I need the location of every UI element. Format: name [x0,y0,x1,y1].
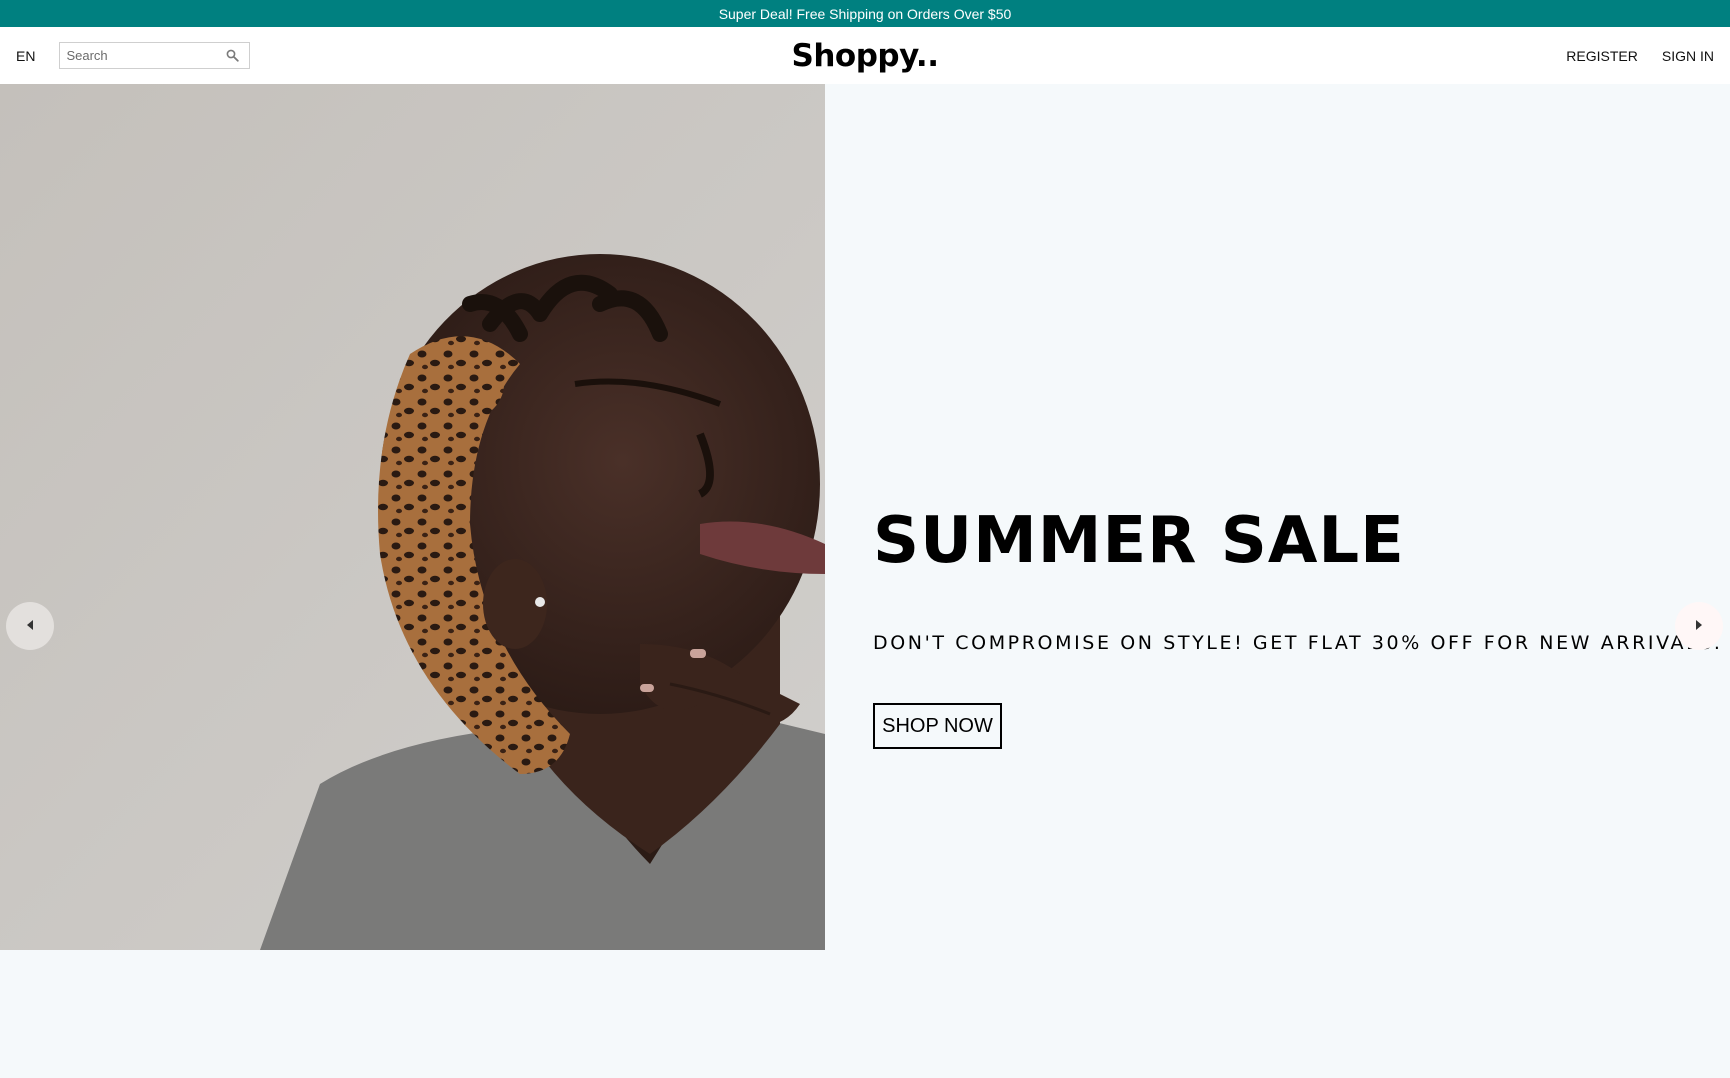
sign-in-link[interactable]: SIGN IN [1662,48,1714,64]
announcement-bar: Super Deal! Free Shipping on Orders Over… [0,0,1730,27]
arrow-left-icon [26,619,34,633]
slide-photo [0,84,825,950]
slider-prev-button[interactable] [6,602,54,650]
language-selector[interactable]: EN [16,48,35,64]
register-link[interactable]: REGISTER [1566,48,1638,64]
slide-description: DON'T COMPROMISE ON STYLE! GET FLAT 30% … [873,632,1723,654]
logo: Shoppy.. [791,37,940,74]
search-icon[interactable] [226,49,240,62]
slider-next-button[interactable] [1675,602,1723,650]
slide-title: SUMMER SALE [873,504,1405,578]
hero-slider: SUMMER SALE DON'T COMPROMISE ON STYLE! G… [0,84,1730,950]
shop-now-button[interactable]: SHOP NOW [873,703,1002,749]
navbar: EN Shoppy.. REGISTER SIGN IN [0,27,1730,84]
search-container [59,42,251,69]
nav-left: EN [16,27,251,84]
slide-info: SUMMER SALE DON'T COMPROMISE ON STYLE! G… [873,84,1720,950]
slide-image [0,84,825,950]
search-input[interactable] [66,48,227,63]
arrow-right-icon [1695,619,1703,633]
nav-right: REGISTER SIGN IN [1542,27,1714,84]
announcement-text: Super Deal! Free Shipping on Orders Over… [718,5,1012,22]
